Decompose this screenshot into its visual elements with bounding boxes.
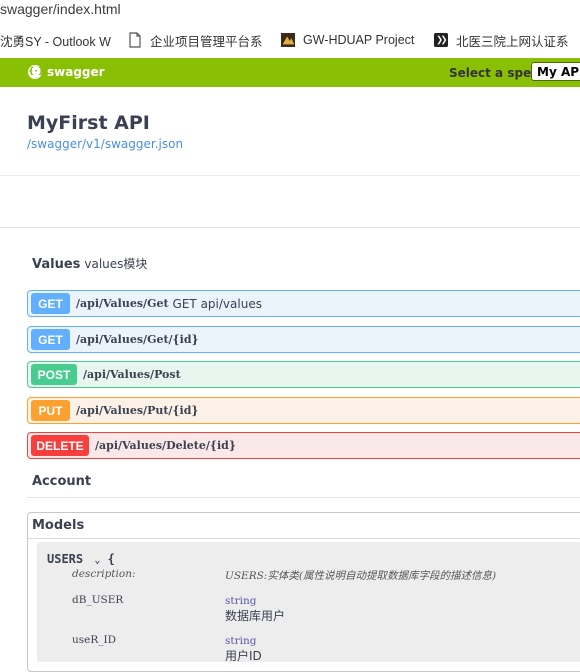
logo-text: swagger xyxy=(47,65,105,79)
operation-get-value-by-id[interactable]: GET /api/Values/Get/{id} xyxy=(27,326,580,353)
tag-account[interactable]: Account xyxy=(32,474,91,489)
method-badge: GET xyxy=(31,293,70,314)
models-title[interactable]: Models xyxy=(32,518,84,533)
model-name[interactable]: USERS ⌄ { xyxy=(47,552,115,566)
operation-path: /api/Values/Delete/{id} xyxy=(95,439,236,452)
field-type: string xyxy=(225,635,257,647)
tag-values[interactable]: Values values模块 xyxy=(32,255,147,272)
chevron-down-icon[interactable]: ⌄ xyxy=(94,555,100,566)
bookmark-outlook[interactable]: 沈勇SY - Outlook W xyxy=(0,30,113,50)
spec-label: Select a spec xyxy=(449,66,539,80)
operation-delete-value[interactable]: DELETE /api/Values/Delete/{id} xyxy=(27,432,580,459)
operation-post-value[interactable]: POST /api/Values/Post xyxy=(27,361,580,388)
bookmark-label: 企业项目管理平台系 xyxy=(150,34,263,49)
field-name: dB_USER xyxy=(72,594,124,606)
operation-path: /api/Values/Put/{id} xyxy=(76,404,199,417)
bookmarks-bar: 沈勇SY - Outlook W 企业项目管理平台系 GW-HDUAP Proj… xyxy=(0,22,580,59)
bookmark-project-platform[interactable]: 企业项目管理平台系 xyxy=(128,30,268,50)
page-icon xyxy=(129,32,141,48)
field-type: string xyxy=(225,595,257,607)
operation-summary: GET api/values xyxy=(172,296,262,311)
model-name-text: USERS xyxy=(47,552,84,566)
bookmark-gw-hduap[interactable]: GW-HDUAP Project xyxy=(281,30,419,50)
model-description-key: description: xyxy=(72,568,136,580)
operation-path: /api/Values/Get/{id} xyxy=(76,333,199,346)
swagger-json-link[interactable]: /swagger/v1/swagger.json xyxy=(27,137,183,151)
url-text[interactable]: swagger/index.html xyxy=(0,0,121,18)
swagger-logo-icon: {·} xyxy=(28,65,45,79)
operation-path: /api/Values/Post xyxy=(83,368,181,381)
method-badge: DELETE xyxy=(31,435,89,456)
model-brace: { xyxy=(107,552,115,566)
field-description: 数据库用户 xyxy=(225,609,286,623)
method-badge: POST xyxy=(31,364,77,385)
bookmark-network-auth[interactable]: 北医三院上网认证系 xyxy=(434,30,580,50)
field-description: 用户ID xyxy=(225,649,262,663)
operation-get-values[interactable]: GET /api/Values/Get GET api/values xyxy=(27,290,580,317)
method-badge: PUT xyxy=(31,400,70,421)
network-auth-icon xyxy=(434,33,448,47)
address-bar[interactable]: swagger/index.html xyxy=(0,0,580,22)
tag-description: values模块 xyxy=(84,257,148,271)
divider xyxy=(0,175,580,176)
bookmark-label: 北医三院上网认证系 xyxy=(456,34,569,49)
swagger-topbar: {·} swagger Select a spec My API xyxy=(0,58,580,87)
tag-name: Values xyxy=(32,257,81,272)
divider xyxy=(27,497,580,498)
bookmark-label: GW-HDUAP Project xyxy=(303,33,415,47)
bookmark-label: 沈勇SY - Outlook W xyxy=(0,34,111,49)
method-badge: GET xyxy=(31,329,70,350)
field-name: useR_ID xyxy=(72,634,117,646)
operation-put-value[interactable]: PUT /api/Values/Put/{id} xyxy=(27,397,580,424)
divider xyxy=(0,227,580,228)
spec-select[interactable]: My API xyxy=(531,62,580,81)
divider xyxy=(28,538,580,539)
swagger-logo[interactable]: {·} swagger xyxy=(28,65,105,79)
project-icon xyxy=(281,33,295,47)
model-description-value: USERS:实体类(属性说明自动提取数据库字段的描述信息) xyxy=(225,570,497,582)
operation-path: /api/Values/Get xyxy=(76,297,169,310)
api-title: MyFirst API xyxy=(27,112,150,134)
